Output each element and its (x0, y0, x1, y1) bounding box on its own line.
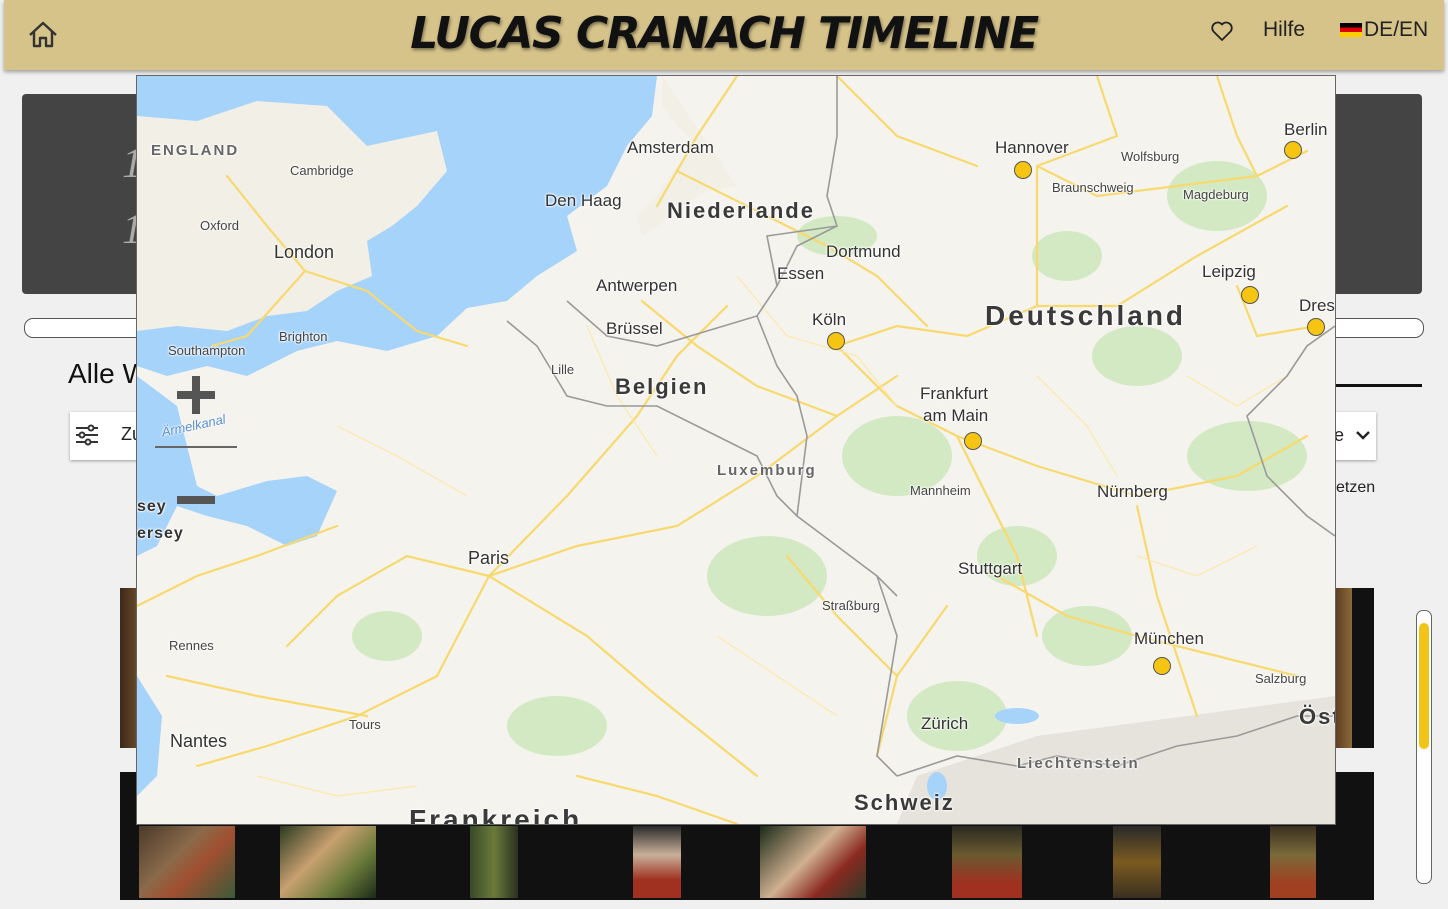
artwork-thumbnail[interactable] (139, 826, 235, 898)
map-label-city: Stuttgart (958, 559, 1023, 578)
map-marker-berlin[interactable] (1284, 141, 1302, 159)
lang-en-option[interactable]: EN (1399, 18, 1428, 42)
map-label-city: Mannheim (910, 483, 971, 498)
map-label-city: Den Haag (545, 191, 622, 210)
map-label-city: Dortmund (826, 242, 901, 261)
map-label-country: Luxemburg (717, 462, 817, 479)
artwork-thumbnail[interactable] (952, 826, 1022, 898)
help-link[interactable]: Hilfe (1263, 18, 1305, 42)
map-label-city: Brüssel (606, 319, 663, 338)
zoom-divider (155, 446, 237, 448)
map-marker-koeln[interactable] (827, 332, 845, 350)
map-label-city: Dres (1299, 296, 1335, 315)
artwork-thumbnail[interactable] (120, 588, 138, 748)
artwork-thumbnail[interactable] (280, 826, 376, 898)
artwork-thumbnail[interactable] (633, 826, 681, 898)
map-label-country: Öst (1299, 704, 1335, 729)
map-marker-muenchen[interactable] (1153, 657, 1171, 675)
map-label-city: München (1134, 629, 1204, 648)
map-label-city: Tours (349, 717, 381, 732)
artwork-thumbnail[interactable] (1334, 588, 1352, 748)
map-label-city: Oxford (200, 218, 240, 233)
map-label-city: Frankfurt (920, 384, 989, 403)
language-switcher: DE / EN (1340, 18, 1428, 42)
map-label-city: Hannover (995, 138, 1069, 157)
map-label-country: Belgien (615, 374, 709, 399)
map-label-city: Nürnberg (1097, 482, 1168, 501)
map-label-city: Köln (812, 310, 847, 329)
map-label-city: Zürich (921, 714, 969, 733)
zoom-in-button[interactable] (175, 374, 217, 416)
artwork-thumbnail[interactable] (1113, 826, 1161, 898)
map-marker-hannover[interactable] (1014, 161, 1032, 179)
german-flag-icon (1340, 23, 1362, 37)
map-label-city: Straßburg (822, 598, 880, 613)
map-label-city: Brighton (279, 329, 328, 344)
map-label-city: Southampton (168, 343, 246, 358)
scrollbar-thumb[interactable] (1419, 623, 1429, 749)
map-label-city: Essen (777, 264, 825, 283)
map-modal[interactable]: ENGLAND Cambridge Oxford London Brighton… (137, 76, 1335, 824)
heart-icon[interactable] (1210, 19, 1234, 43)
map-label-country: Frankreich (409, 804, 583, 824)
map-label-city: Braunschweig (1052, 180, 1134, 195)
zoom-out-button[interactable] (175, 488, 217, 512)
map-label-city: Berlin (1284, 120, 1328, 139)
map-label-city: Salzburg (1255, 671, 1307, 686)
map-label-country: Deutschland (985, 300, 1187, 331)
map-label-city: Paris (468, 548, 510, 568)
heading-underline (1330, 384, 1422, 387)
artwork-thumbnail[interactable] (1270, 826, 1316, 898)
map-label-city: Cambridge (290, 163, 354, 178)
map-marker-dresden[interactable] (1307, 318, 1325, 336)
map-label-city: Leipzig (1202, 262, 1256, 281)
map-marker-frankfurt[interactable] (964, 432, 982, 450)
map-label-country: Niederlande (667, 198, 815, 223)
map-label-country: Liechtenstein (1017, 755, 1140, 772)
map-label-city: Magdeburg (1183, 187, 1249, 202)
map-label-city: Amsterdam (627, 138, 714, 157)
artwork-thumbnail[interactable] (760, 826, 866, 898)
vertical-scrollbar[interactable] (1416, 610, 1432, 884)
map-label-city: Wolfsburg (1121, 149, 1180, 164)
map-label-city: London (274, 242, 335, 262)
map-canvas[interactable] (137, 76, 1335, 824)
artwork-thumbnail[interactable] (470, 826, 518, 898)
reset-filters-link[interactable]: etzen (1336, 479, 1375, 497)
lang-de-option[interactable]: DE (1364, 18, 1393, 42)
filter-sliders-icon[interactable] (75, 424, 99, 446)
map-label-city: Rennes (169, 638, 214, 653)
map-marker-leipzig[interactable] (1241, 286, 1259, 304)
map-label-city: Nantes (170, 731, 228, 751)
map-label-city: Lille (551, 362, 575, 377)
map-label-country: Schweiz (854, 790, 955, 815)
map-label-city: sey (137, 498, 167, 515)
map-label-city: Antwerpen (596, 276, 678, 295)
map-label-city: am Main (923, 406, 989, 425)
app-header: LUCAS CRANACH TIMELINE Hilfe DE / EN (4, 0, 1444, 70)
map-label: ENGLAND (151, 142, 240, 159)
chevron-down-icon[interactable] (1355, 428, 1371, 440)
map-label-city: ersey (137, 525, 184, 542)
